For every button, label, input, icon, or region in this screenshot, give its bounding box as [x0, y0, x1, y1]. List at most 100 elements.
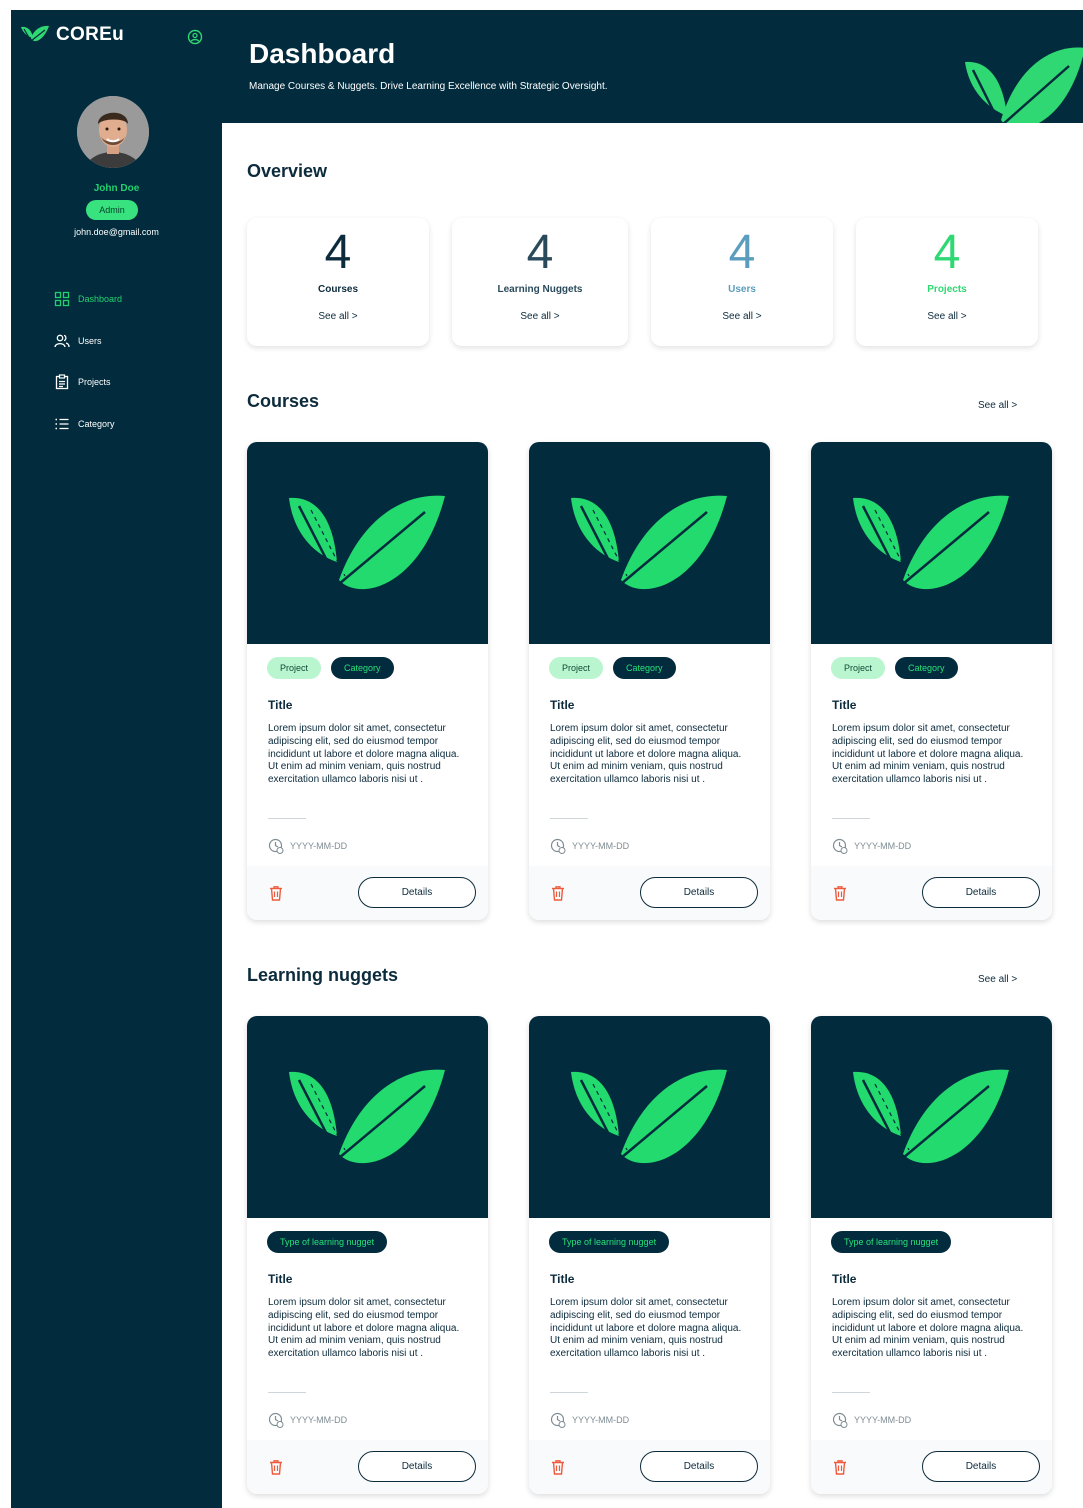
- card-title: Title: [832, 698, 857, 712]
- course-card: Project Category Title Lorem ipsum dolor…: [811, 442, 1052, 920]
- stat-card-projects: 4 Projects See all >: [856, 218, 1038, 346]
- leaf-logo-icon: [571, 1069, 727, 1164]
- stat-see-all-link[interactable]: See all >: [452, 311, 628, 322]
- card-title: Title: [550, 1272, 575, 1286]
- card-date: YYYY-MM-DD: [268, 1412, 347, 1428]
- card-date-text: YYYY-MM-DD: [572, 1415, 630, 1425]
- sidebar-item-projects[interactable]: Projects: [54, 373, 122, 391]
- clock-icon: [832, 1412, 848, 1428]
- dashboard-grid-icon: [54, 291, 70, 307]
- trash-icon[interactable]: [267, 884, 285, 902]
- sidebar-item-label: Category: [78, 418, 115, 429]
- card-date-text: YYYY-MM-DD: [854, 1415, 912, 1425]
- nugget-type-tag[interactable]: Type of learning nugget: [831, 1231, 952, 1253]
- sidebar-item-category[interactable]: Category: [54, 415, 122, 433]
- users-icon: [54, 334, 70, 347]
- card-tags: Project Category: [267, 657, 394, 679]
- clipboard-icon: [55, 374, 69, 390]
- nugget-card: Type of learning nugget Title Lorem ipsu…: [811, 1016, 1052, 1494]
- card-description: Lorem ipsum dolor sit amet, consectetur …: [550, 1297, 742, 1360]
- stat-value: 4: [728, 226, 756, 279]
- stat-label: Projects: [927, 284, 967, 295]
- clock-icon: [268, 1412, 284, 1428]
- stat-label: Learning Nuggets: [497, 284, 583, 295]
- leaf-logo-icon: [853, 1069, 1009, 1164]
- details-button[interactable]: Details: [922, 877, 1040, 908]
- nugget-card: Type of learning nugget Title Lorem ipsu…: [247, 1016, 488, 1494]
- courses-see-all-link[interactable]: See all >: [978, 400, 1017, 411]
- clock-icon: [550, 838, 566, 854]
- card-tags: Project Category: [549, 657, 676, 679]
- trash-icon[interactable]: [549, 1458, 567, 1476]
- card-date: YYYY-MM-DD: [550, 1412, 629, 1428]
- card-divider: [832, 818, 870, 819]
- nugget-card: Type of learning nugget Title Lorem ipsu…: [529, 1016, 770, 1494]
- card-tags: Type of learning nugget: [549, 1231, 670, 1253]
- overview-title: Overview: [247, 161, 328, 181]
- card-footer: Details: [529, 1440, 770, 1494]
- nugget-type-tag[interactable]: Type of learning nugget: [549, 1231, 670, 1253]
- sidebar-item-label: Dashboard: [78, 294, 123, 304]
- role-badge: Admin: [86, 200, 138, 220]
- card-title: Title: [550, 698, 575, 712]
- user-name: John Doe: [93, 183, 140, 194]
- nuggets-see-all-link[interactable]: See all >: [978, 974, 1017, 985]
- sidebar-item-dashboard[interactable]: Dashboard: [54, 290, 122, 308]
- project-tag[interactable]: Project: [549, 657, 604, 679]
- category-tag[interactable]: Category: [895, 657, 958, 679]
- learning-nuggets-title: Learning nuggets: [247, 965, 399, 985]
- courses-title: Courses: [247, 391, 320, 411]
- details-button[interactable]: Details: [358, 1451, 476, 1482]
- card-image: [811, 442, 1052, 644]
- card-description: Lorem ipsum dolor sit amet, consectetur …: [832, 723, 1024, 786]
- trash-icon[interactable]: [831, 884, 849, 902]
- app-logo[interactable]: COREu: [20, 24, 124, 46]
- card-title: Title: [268, 698, 293, 712]
- category-tag[interactable]: Category: [331, 657, 394, 679]
- card-image: [247, 1016, 488, 1218]
- sidebar-item-label: Projects: [78, 377, 111, 387]
- stat-see-all-link[interactable]: See all >: [247, 311, 429, 322]
- card-date: YYYY-MM-DD: [550, 838, 629, 854]
- trash-icon[interactable]: [831, 1458, 849, 1476]
- card-footer: Details: [811, 866, 1052, 920]
- card-date: YYYY-MM-DD: [832, 838, 911, 854]
- details-button[interactable]: Details: [640, 877, 758, 908]
- card-footer: Details: [529, 866, 770, 920]
- card-tags: Type of learning nugget: [267, 1231, 388, 1253]
- details-button[interactable]: Details: [922, 1451, 1040, 1482]
- sidebar: COREu John Doe Admin john.doe@gmail.com: [11, 10, 222, 1508]
- sidebar-item-users[interactable]: Users: [54, 332, 122, 350]
- sidebar-item-label: Users: [78, 335, 102, 346]
- card-footer: Details: [811, 1440, 1052, 1494]
- card-date-text: YYYY-MM-DD: [854, 841, 912, 851]
- list-icon: [55, 418, 69, 429]
- card-divider: [550, 818, 588, 819]
- card-description: Lorem ipsum dolor sit amet, consectetur …: [832, 1297, 1024, 1360]
- nugget-type-tag[interactable]: Type of learning nugget: [267, 1231, 388, 1253]
- details-button[interactable]: Details: [640, 1451, 758, 1482]
- card-divider: [832, 1392, 870, 1393]
- clock-icon: [550, 1412, 566, 1428]
- stat-see-all-link[interactable]: See all >: [651, 311, 833, 322]
- card-tags: Project Category: [831, 657, 958, 679]
- trash-icon[interactable]: [549, 884, 567, 902]
- course-card: Project Category Title Lorem ipsum dolor…: [529, 442, 770, 920]
- leaf-logo-icon: [21, 25, 49, 42]
- stat-see-all-link[interactable]: See all >: [856, 311, 1038, 322]
- project-tag[interactable]: Project: [831, 657, 886, 679]
- trash-icon[interactable]: [267, 1458, 285, 1476]
- card-title: Title: [268, 1272, 293, 1286]
- card-image: [247, 442, 488, 644]
- card-date: YYYY-MM-DD: [832, 1412, 911, 1428]
- course-card: Project Category Title Lorem ipsum dolor…: [247, 442, 488, 920]
- stat-label: Users: [728, 284, 756, 295]
- details-button[interactable]: Details: [358, 877, 476, 908]
- stat-card-courses: 4 Courses See all >: [247, 218, 429, 346]
- card-footer: Details: [247, 866, 488, 920]
- profile-circle-icon[interactable]: [187, 29, 203, 45]
- category-tag[interactable]: Category: [613, 657, 676, 679]
- logo-text: COREu: [56, 24, 124, 45]
- page-title: Dashboard: [249, 38, 396, 69]
- project-tag[interactable]: Project: [267, 657, 322, 679]
